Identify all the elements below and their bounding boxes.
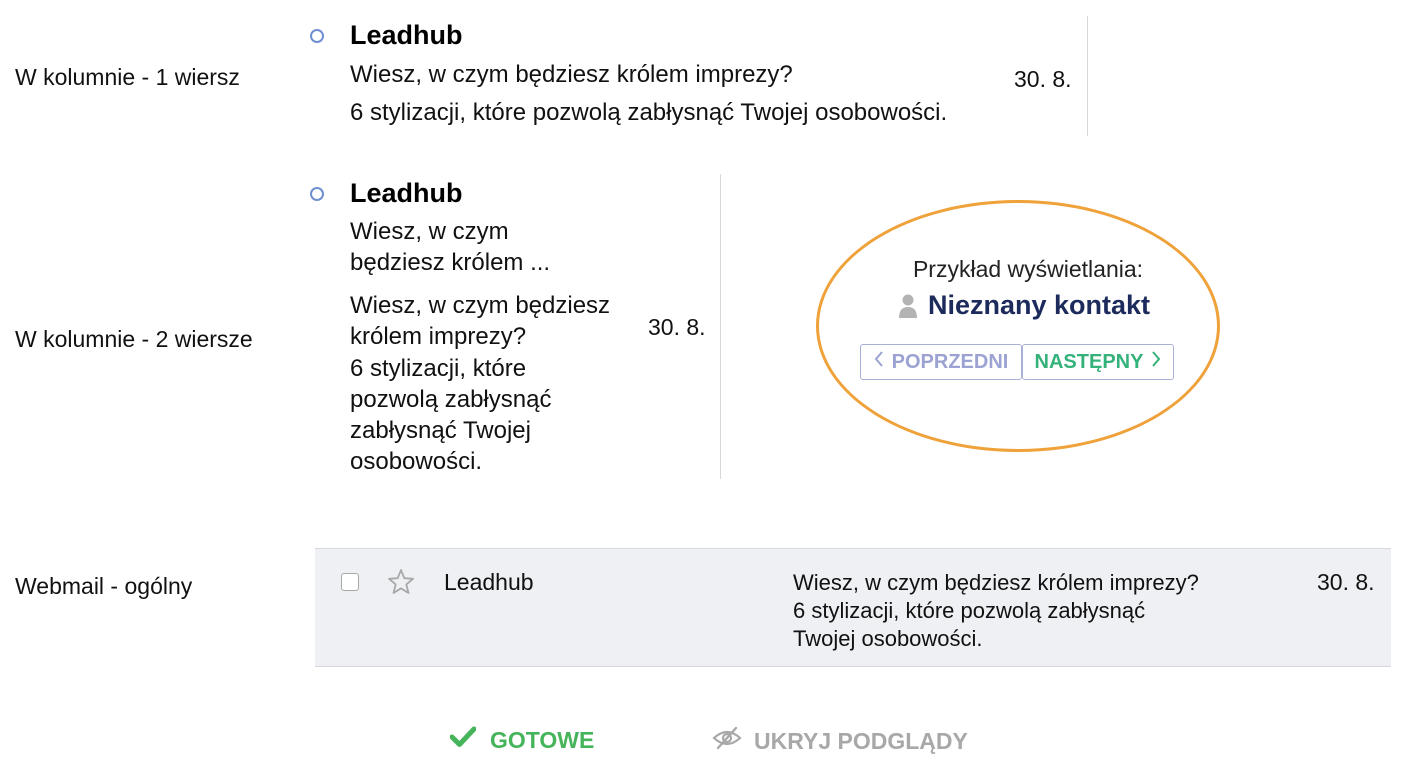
hide-previews-label: UKRYJ PODGLĄDY — [754, 727, 968, 754]
email-date: 30. 8. — [1014, 66, 1072, 92]
unread-indicator-icon — [310, 187, 324, 201]
row-label-one-line: W kolumnie - 1 wiersz — [15, 64, 240, 90]
webmail-row[interactable]: Leadhub Wiesz, w czym będziesz królem im… — [315, 548, 1391, 667]
email-body-line: królem imprezy? — [350, 323, 527, 350]
email-date: 30. 8. — [648, 314, 706, 340]
email-preview-text: Wiesz, w czym będziesz królem imprezy? 6… — [793, 569, 1199, 653]
column-divider — [1087, 16, 1088, 136]
previous-button[interactable]: POPRZEDNI — [860, 344, 1022, 380]
email-snippet: 6 stylizacji, które pozwolą zabłysnąć Tw… — [350, 99, 948, 126]
email-date: 30. 8. — [1317, 569, 1375, 595]
chevron-left-icon — [874, 350, 884, 374]
example-title: Przykład wyświetlania: — [912, 256, 1144, 282]
done-button[interactable]: GOTOWE — [449, 726, 595, 754]
row-label-two-lines: W kolumnie - 2 wiersze — [15, 326, 253, 352]
contact-name: Nieznany kontakt — [928, 290, 1151, 320]
email-body-line: Wiesz, w czym będziesz — [350, 292, 611, 319]
email-body-line: 6 stylizacji, które — [350, 355, 527, 382]
star-icon[interactable] — [387, 568, 415, 600]
checkmark-icon — [449, 726, 477, 754]
eye-slash-icon — [712, 726, 742, 756]
column-divider — [720, 174, 721, 479]
contact-name-row: Nieznany kontakt — [898, 290, 1150, 321]
email-subject-line: Wiesz, w czym — [350, 218, 509, 245]
chevron-right-icon — [1151, 350, 1161, 374]
next-button[interactable]: NASTĘPNY — [1022, 344, 1174, 380]
sender-name: Leadhub — [350, 178, 463, 208]
hide-previews-button[interactable]: UKRYJ PODGLĄDY — [712, 726, 968, 756]
email-body-line: zabłysnąć Twojej — [350, 417, 531, 444]
email-subject: Wiesz, w czym będziesz królem imprezy? — [350, 61, 793, 88]
email-preview-line: 6 stylizacji, które pozwolą zabłysnąć — [793, 598, 1146, 623]
sender-name: Leadhub — [444, 569, 534, 595]
user-icon — [898, 294, 918, 318]
email-subject-line: będziesz królem ... — [350, 249, 551, 276]
email-body-line: pozwolą zabłysnąć — [350, 386, 552, 413]
unread-indicator-icon — [310, 29, 324, 43]
done-label: GOTOWE — [490, 726, 595, 753]
previous-label: POPRZEDNI — [891, 350, 1009, 373]
email-preview-line: Twojej osobowości. — [793, 626, 983, 651]
example-highlight-ellipse — [816, 200, 1220, 452]
row-label-webmail: Webmail - ogólny — [15, 573, 193, 599]
sender-name: Leadhub — [350, 20, 463, 50]
email-preview-line: Wiesz, w czym będziesz królem imprezy? — [793, 570, 1199, 595]
select-checkbox[interactable] — [341, 573, 359, 591]
next-label: NASTĘPNY — [1034, 350, 1144, 373]
email-body-line: osobowości. — [350, 448, 483, 475]
